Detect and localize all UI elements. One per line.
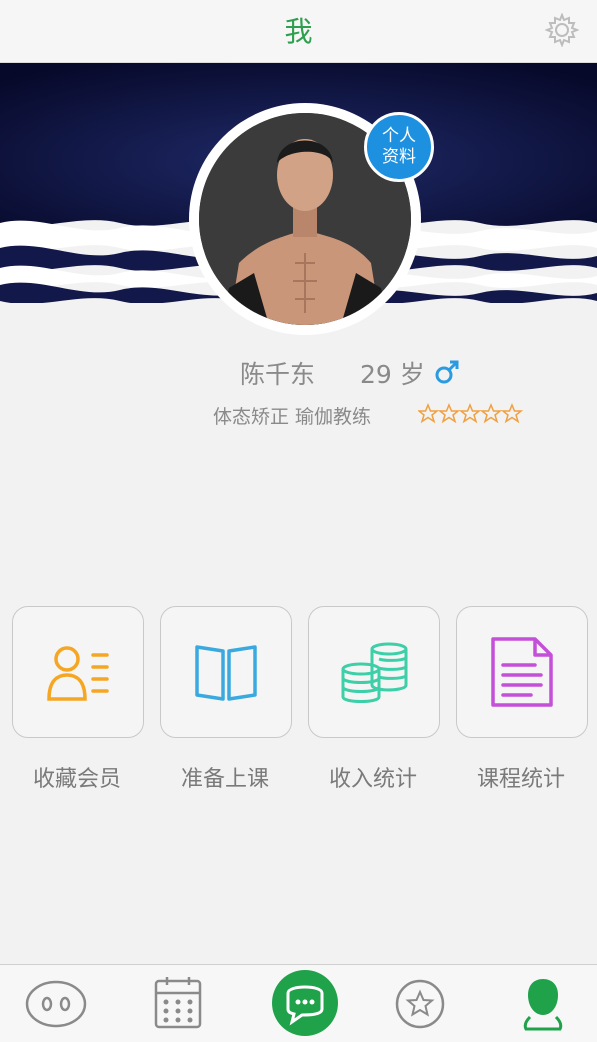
star-icon xyxy=(500,403,523,424)
book-icon xyxy=(195,645,257,701)
age-number: 29 xyxy=(360,360,392,389)
rating-stars xyxy=(418,403,523,424)
chat-icon[interactable] xyxy=(268,965,342,1042)
male-icon xyxy=(435,360,459,384)
tile-income-stats[interactable] xyxy=(308,606,440,738)
name-row: 陈千东 29 岁 xyxy=(0,355,597,395)
feature-tiles: 收藏会员 准备上课 收入统计 课程统计 xyxy=(0,606,597,806)
bottom-tab-bar xyxy=(0,964,597,1042)
page-title: 我 xyxy=(284,15,313,48)
trainer-age: 29 岁 xyxy=(360,355,425,391)
star-icon xyxy=(458,403,482,424)
tile-prepare-class-label: 准备上课 xyxy=(180,767,269,792)
profile-info-badge[interactable]: 个人 资料 xyxy=(364,112,434,182)
tile-course-stats-label: 课程统计 xyxy=(476,767,565,792)
members-icon xyxy=(47,646,109,701)
document-icon xyxy=(491,637,553,707)
tile-prepare-class[interactable] xyxy=(160,606,292,738)
age-unit: 岁 xyxy=(399,360,425,389)
nav-header: 我 xyxy=(0,0,597,63)
trainer-tags: 体态矫正 瑜伽教练 xyxy=(213,406,372,428)
coins-icon xyxy=(341,642,408,703)
tile-income-stats-label: 收入统计 xyxy=(328,767,417,792)
badge-line-1: 个人 xyxy=(382,126,416,146)
star-icon xyxy=(437,403,461,424)
profile-icon[interactable] xyxy=(518,965,568,1042)
tile-members-label: 收藏会员 xyxy=(32,767,121,792)
calendar-icon[interactable] xyxy=(153,965,203,1042)
tile-course-stats[interactable] xyxy=(456,606,588,738)
trainer-name: 陈千东 xyxy=(240,360,316,389)
gear-icon[interactable] xyxy=(545,13,579,47)
star-icon xyxy=(418,403,440,424)
badge-line-2: 资料 xyxy=(382,147,416,167)
tile-members[interactable] xyxy=(12,606,144,738)
star-icon[interactable] xyxy=(394,965,446,1042)
eyes-icon[interactable] xyxy=(24,965,88,1042)
star-icon xyxy=(479,403,503,424)
